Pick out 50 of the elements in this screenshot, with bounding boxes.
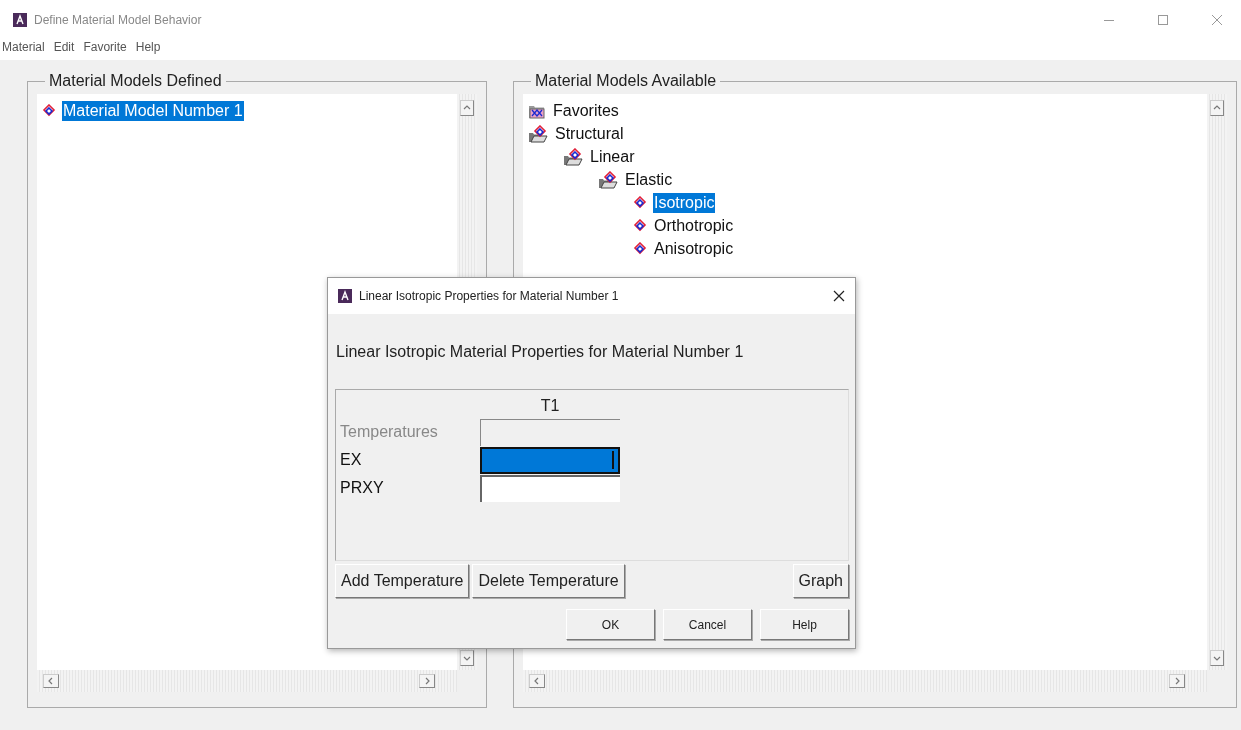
input-field[interactable] bbox=[480, 474, 620, 502]
scroll-down-button[interactable] bbox=[460, 650, 474, 666]
scroll-up-button[interactable] bbox=[460, 100, 474, 116]
group-title: Material Models Available bbox=[534, 72, 718, 90]
tree-item[interactable]: Material Model Number 1 bbox=[62, 100, 244, 121]
row-label: PRXY bbox=[340, 479, 385, 497]
dialog-heading: Linear Isotropic Material Properties for Material Number 1 bbox=[336, 343, 745, 362]
tree-item[interactable]: Anisotropic bbox=[653, 238, 735, 259]
tree-item[interactable]: Favorites bbox=[552, 100, 620, 121]
menu-item[interactable]: Material bbox=[2, 40, 45, 54]
material-icon bbox=[42, 104, 56, 117]
folder-icon bbox=[598, 170, 618, 189]
graph-button[interactable]: Graph bbox=[792, 564, 849, 598]
input-field[interactable] bbox=[480, 446, 620, 474]
row-label: Temperatures bbox=[340, 423, 439, 441]
menu-item[interactable]: Edit bbox=[53, 40, 75, 54]
row-label: EX bbox=[340, 451, 363, 469]
menu-item[interactable]: Help bbox=[135, 40, 161, 54]
material-icon bbox=[633, 219, 647, 232]
folder-icon bbox=[563, 147, 583, 166]
material-icon bbox=[633, 242, 647, 255]
scroll-left-button[interactable] bbox=[529, 674, 545, 688]
maximize-icon[interactable] bbox=[1157, 14, 1169, 26]
window-title: Define Material Model Behavior bbox=[34, 13, 202, 27]
dialog-button[interactable]: OK bbox=[566, 609, 655, 640]
tree-item[interactable]: Structural bbox=[554, 123, 625, 144]
tree-item[interactable]: Linear bbox=[589, 146, 636, 167]
scroll-up-button[interactable] bbox=[1210, 100, 1224, 116]
app-icon bbox=[338, 289, 352, 303]
folder-icon bbox=[528, 124, 548, 143]
close-icon[interactable] bbox=[833, 290, 845, 302]
dialog-button[interactable]: Cancel bbox=[663, 609, 752, 640]
action-button[interactable]: Add Temperature bbox=[335, 564, 470, 598]
scroll-right-button[interactable] bbox=[1169, 674, 1185, 688]
column-header: T1 bbox=[539, 397, 561, 415]
tree-item[interactable]: Elastic bbox=[624, 169, 674, 190]
menu-item[interactable]: Favorite bbox=[83, 40, 127, 54]
group-title: Material Models Defined bbox=[48, 72, 223, 90]
scroll-left-button[interactable] bbox=[43, 674, 59, 688]
tree-item[interactable]: Isotropic bbox=[653, 192, 716, 213]
dialog-title: Linear Isotropic Properties for Material Number 1 bbox=[359, 289, 619, 303]
scroll-down-button[interactable] bbox=[1210, 650, 1224, 666]
horizontal-scrollbar[interactable] bbox=[523, 670, 1207, 692]
tree-item[interactable]: Orthotropic bbox=[653, 215, 735, 236]
material-icon bbox=[633, 196, 647, 209]
app-icon bbox=[13, 13, 27, 27]
horizontal-scrollbar[interactable] bbox=[37, 670, 457, 692]
dialog-button[interactable]: Help bbox=[760, 609, 849, 640]
action-button[interactable]: Delete Temperature bbox=[472, 564, 625, 598]
scroll-right-button[interactable] bbox=[419, 674, 435, 688]
